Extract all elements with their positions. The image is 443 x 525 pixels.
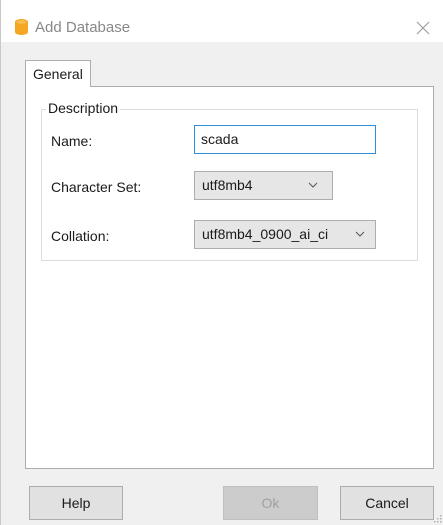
add-database-dialog: Add Database General Description Name: s… <box>0 0 443 525</box>
close-icon <box>416 21 430 35</box>
collation-select[interactable]: utf8mb4_0900_ai_ci <box>194 220 376 249</box>
title-bar[interactable]: Add Database <box>1 0 443 42</box>
database-icon <box>15 19 28 35</box>
character-set-select[interactable]: utf8mb4 <box>194 171 333 200</box>
chevron-down-icon <box>308 182 318 188</box>
chevron-down-icon <box>355 231 365 237</box>
ok-button[interactable]: Ok <box>223 486 318 520</box>
character-set-value: utf8mb4 <box>202 177 253 193</box>
close-button[interactable] <box>413 18 433 38</box>
groupbox-legend: Description <box>46 100 121 116</box>
tab-general[interactable]: General <box>25 60 91 87</box>
help-button[interactable]: Help <box>29 486 123 520</box>
collation-label: Collation: <box>51 228 110 244</box>
resize-grip-icon[interactable] <box>433 514 442 523</box>
window-title: Add Database <box>35 19 131 36</box>
collation-value: utf8mb4_0900_ai_ci <box>202 226 329 242</box>
cancel-button[interactable]: Cancel <box>340 486 434 520</box>
name-label: Name: <box>51 133 93 149</box>
content-top-strip <box>1 42 443 60</box>
name-input[interactable]: scada <box>194 125 376 154</box>
tab-label: General <box>33 66 83 82</box>
character-set-label: Character Set: <box>51 179 142 195</box>
